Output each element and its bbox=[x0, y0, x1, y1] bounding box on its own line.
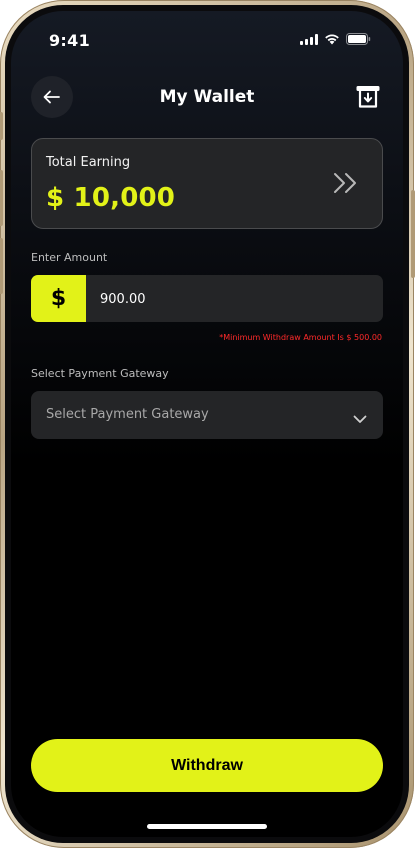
cellular-signal-icon bbox=[300, 33, 318, 45]
double-chevron-right-icon[interactable] bbox=[332, 172, 360, 198]
payment-gateway-select[interactable]: Select Payment Gateway bbox=[31, 391, 383, 439]
payment-gateway-label: Select Payment Gateway bbox=[31, 367, 169, 380]
dollar-prefix: $ bbox=[31, 275, 86, 322]
home-indicator bbox=[147, 824, 267, 829]
chevron-down-icon bbox=[353, 409, 367, 428]
amount-field: $ bbox=[31, 275, 383, 322]
total-earning-amount: $ 10,000 bbox=[46, 183, 176, 213]
phone-side-button bbox=[0, 112, 3, 140]
download-receipt-button[interactable] bbox=[355, 83, 381, 109]
minimum-withdraw-note: *Minimum Withdraw Amount Is $ 500.00 bbox=[219, 333, 382, 342]
status-icons bbox=[300, 33, 371, 45]
download-receipt-icon bbox=[356, 86, 380, 108]
enter-amount-label: Enter Amount bbox=[31, 251, 108, 264]
total-earning-label: Total Earning bbox=[46, 155, 131, 170]
status-time: 9:41 bbox=[49, 31, 90, 50]
wifi-icon bbox=[324, 33, 340, 45]
battery-icon bbox=[346, 33, 371, 45]
app-screen: 9:41 My Wallet Total Earning $ 10,000 En… bbox=[11, 11, 403, 837]
amount-input[interactable] bbox=[86, 275, 382, 322]
phone-side-button bbox=[411, 190, 415, 278]
withdraw-button[interactable]: Withdraw bbox=[31, 739, 383, 792]
payment-gateway-placeholder: Select Payment Gateway bbox=[46, 407, 209, 422]
phone-side-button bbox=[0, 238, 3, 294]
total-earning-card: Total Earning $ 10,000 bbox=[31, 138, 383, 229]
page-title: My Wallet bbox=[159, 87, 255, 107]
phone-side-button bbox=[0, 170, 3, 226]
